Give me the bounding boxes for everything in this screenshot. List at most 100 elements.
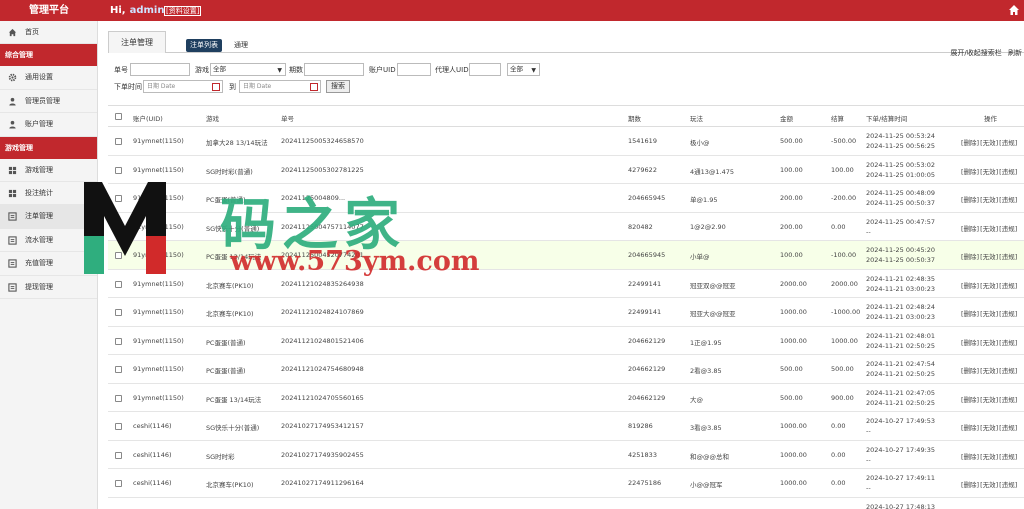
sidebar-item-home[interactable]: 首页 (0, 21, 97, 45)
delete-link[interactable]: [删除] (961, 453, 979, 461)
sidebar-item-bet-statistics[interactable]: 投注统计 (0, 182, 97, 206)
sidebar-item-admin-management[interactable]: 管理员管理 (0, 90, 97, 114)
row-checkbox[interactable] (115, 366, 122, 373)
row-checkbox[interactable] (115, 480, 122, 487)
sidebar-item-withdraw-management[interactable]: 提现管理 (0, 276, 97, 299)
table-row[interactable]: 91ymnet(1150) 北京赛车(PK10) 20241121024824107… (108, 298, 1024, 327)
table-row[interactable]: ceshi(1146) SG时时彩 20241027174935902455 4251… (108, 441, 1024, 469)
violation-link[interactable]: [违规] (999, 168, 1017, 176)
sidebar-item-game-management[interactable]: 游戏管理 (0, 159, 97, 182)
invalidate-link[interactable]: [无效] (980, 168, 998, 176)
game-select[interactable]: 全部 ▼ (210, 63, 286, 76)
delete-link[interactable]: [删除] (961, 481, 979, 489)
violation-link[interactable]: [违规] (999, 282, 1017, 290)
sidebar-item-label: 流水管理 (25, 235, 53, 244)
cell-order-time: 2024-11-21 02:47:05 (866, 388, 936, 397)
row-checkbox[interactable] (115, 195, 122, 202)
start-date-input[interactable]: 日期 Date (143, 80, 223, 93)
row-checkbox[interactable] (115, 309, 122, 316)
invalidate-link[interactable]: [无效] (980, 481, 998, 489)
status-select[interactable]: 全部 ▼ (507, 63, 540, 76)
sidebar-item-general-settings[interactable]: 通用设置 (0, 66, 97, 90)
tab-bet-list[interactable]: 注单列表 (186, 39, 222, 52)
row-checkbox[interactable] (115, 223, 122, 231)
table-row[interactable]: 2024-10-27 17:48:13 (108, 498, 1024, 509)
cell-period: 4279622 (628, 165, 657, 174)
select-all-checkbox[interactable] (115, 113, 122, 120)
invalidate-link[interactable]: [无效] (980, 453, 998, 461)
sidebar-item-bet-orders[interactable]: 注单管理 (0, 205, 97, 229)
invalidate-link[interactable]: [无效] (980, 139, 998, 147)
refresh-link[interactable]: 刷新 (1008, 49, 1022, 57)
sidebar-item-flow-management[interactable]: 流水管理 (0, 229, 97, 253)
invalidate-link[interactable]: [无效] (980, 196, 998, 204)
page-title-tab[interactable]: 注单管理 (108, 31, 166, 53)
account-uid-input[interactable] (397, 63, 431, 76)
violation-link[interactable]: [违规] (999, 424, 1017, 432)
violation-link[interactable]: [违规] (999, 396, 1017, 404)
row-checkbox[interactable] (115, 451, 122, 459)
profile-settings-link[interactable]: [资料设置] (164, 6, 202, 16)
order-no-input[interactable] (130, 63, 190, 76)
delete-link[interactable]: [删除] (961, 424, 979, 432)
violation-link[interactable]: [违规] (999, 225, 1017, 233)
delete-link[interactable]: [删除] (961, 168, 979, 176)
violation-link[interactable]: [违规] (999, 310, 1017, 318)
violation-link[interactable]: [违规] (999, 139, 1017, 147)
calendar-icon[interactable] (212, 83, 220, 91)
delete-link[interactable]: [删除] (961, 339, 979, 347)
invalidate-link[interactable]: [无效] (980, 396, 998, 404)
home-icon[interactable] (1008, 4, 1020, 16)
invalidate-link[interactable]: [无效] (980, 339, 998, 347)
violation-link[interactable]: [违规] (999, 481, 1017, 489)
search-button[interactable]: 搜索 (326, 80, 350, 93)
period-input[interactable] (304, 63, 364, 76)
table-row[interactable]: 91ymnet(1150) PC蛋蛋(普通) 20241125004809... 20… (108, 184, 1024, 213)
delete-link[interactable]: [删除] (961, 396, 979, 404)
tab-other[interactable]: 通理 (230, 39, 252, 52)
invalidate-link[interactable]: [无效] (980, 310, 998, 318)
delete-link[interactable]: [删除] (961, 310, 979, 318)
agent-uid-input[interactable] (469, 63, 501, 76)
invalidate-link[interactable]: [无效] (980, 282, 998, 290)
invalidate-link[interactable]: [无效] (980, 367, 998, 375)
violation-link[interactable]: [违规] (999, 453, 1017, 461)
table-row[interactable]: 91ymnet(1150) PC蛋蛋 13/14玩法 202411210247055… (108, 384, 1024, 412)
violation-link[interactable]: [违规] (999, 367, 1017, 375)
row-checkbox[interactable] (115, 252, 122, 259)
table-row[interactable]: 91ymnet(1150) 北京赛车(PK10) 20241121024835264… (108, 270, 1024, 298)
sidebar-item-account-management[interactable]: 账户管理 (0, 113, 97, 137)
delete-link[interactable]: [删除] (961, 253, 979, 261)
end-date-input[interactable]: 日期 Date (239, 80, 321, 93)
invalidate-link[interactable]: [无效] (980, 253, 998, 261)
cell-order-time: 2024-11-25 00:48:09 (866, 189, 936, 197)
table-row[interactable]: 91ymnet(1150) PC蛋蛋(普通) 2024112102475468094… (108, 355, 1024, 384)
row-checkbox[interactable] (115, 166, 122, 174)
table-row[interactable]: 91ymnet(1150) 加拿大28 13/14玩法 20241125005324… (108, 127, 1024, 156)
delete-link[interactable]: [删除] (961, 367, 979, 375)
violation-link[interactable]: [违规] (999, 339, 1017, 347)
row-checkbox[interactable] (115, 394, 122, 402)
violation-link[interactable]: [违规] (999, 196, 1017, 204)
table-row[interactable]: 91ymnet(1150) SG时时彩(普通) 202411250053027812… (108, 156, 1024, 184)
row-checkbox[interactable] (115, 138, 122, 145)
delete-link[interactable]: [删除] (961, 282, 979, 290)
table-row[interactable]: 91ymnet(1150) PC蛋蛋(普通) 2024112102480152140… (108, 327, 1024, 355)
table-row[interactable]: 91ymnet(1150) PC蛋蛋 13/14玩法 202411250045207… (108, 241, 1024, 270)
table-row[interactable]: 91ymnet(1150) SG快乐十分(普通) 20241125004757114… (108, 213, 1024, 241)
row-checkbox[interactable] (115, 337, 122, 345)
invalidate-link[interactable]: [无效] (980, 424, 998, 432)
violation-link[interactable]: [违规] (999, 253, 1017, 261)
row-checkbox[interactable] (115, 280, 122, 288)
delete-link[interactable]: [删除] (961, 225, 979, 233)
calendar-icon[interactable] (310, 83, 318, 91)
delete-link[interactable]: [删除] (961, 196, 979, 204)
invalidate-link[interactable]: [无效] (980, 225, 998, 233)
delete-link[interactable]: [删除] (961, 139, 979, 147)
table-row[interactable]: ceshi(1146) 北京赛车(PK10) 2024102717491129616… (108, 469, 1024, 498)
row-actions: [删除][无效][违规] (961, 166, 1018, 176)
row-checkbox[interactable] (115, 423, 122, 430)
sidebar-item-deposit-management[interactable]: 充值管理 (0, 252, 97, 276)
toggle-search-link[interactable]: 展开/收起搜索栏 (950, 49, 1001, 57)
table-row[interactable]: ceshi(1146) SG快乐十分(普通) 2024102717495341215… (108, 412, 1024, 441)
